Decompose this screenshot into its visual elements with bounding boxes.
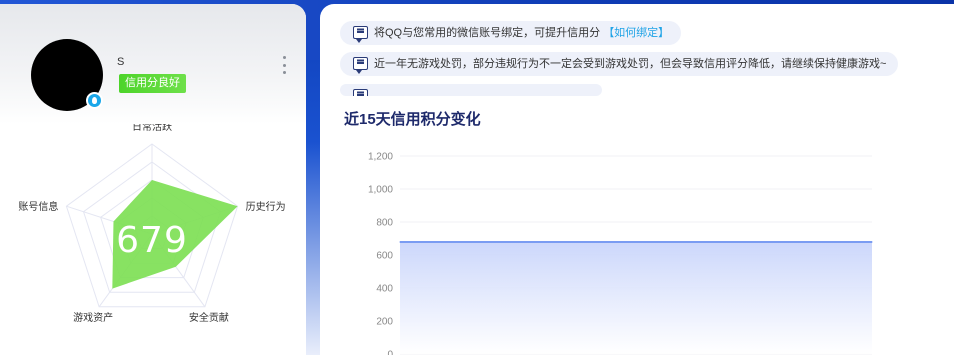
notice-text: 近一年无游戏处罚，部分违规行为不一定会受到游戏处罚，但会导致信用评分降低，请继续… xyxy=(374,58,887,70)
chart-title: 近15天信用积分变化 xyxy=(344,111,481,128)
score-point xyxy=(803,241,806,243)
message-icon xyxy=(353,57,368,74)
notice-bind-wechat[interactable]: 将QQ与您常用的微信账号绑定，可提升信用分 【如何绑定】 xyxy=(340,21,682,45)
message-icon xyxy=(353,89,368,96)
y-tick-label: 1,200 xyxy=(368,152,393,163)
score-point xyxy=(601,241,603,243)
score-area xyxy=(400,241,872,354)
credit-score: 679 xyxy=(116,220,188,261)
profile-card: S 信用分良好 日常活跃 历史行为 安全贡献 游戏资产 账号信息 679 xyxy=(0,4,306,355)
credit-radar-chart: 日常活跃 历史行为 安全贡献 游戏资产 账号信息 679 xyxy=(18,124,286,324)
y-tick-label: 800 xyxy=(376,218,393,229)
radar-axis-label-account-info: 账号信息 xyxy=(18,200,58,213)
score-point xyxy=(669,241,671,243)
y-tick-label: 400 xyxy=(376,284,393,295)
radar-axis-label-game-assets: 游戏资产 xyxy=(73,311,113,324)
radar-axis-label-daily-activity: 日常活跃 xyxy=(132,124,172,133)
score-point xyxy=(433,241,435,243)
y-tick-label: 0 xyxy=(387,350,393,355)
score-point xyxy=(534,241,536,243)
y-tick-label: 1,000 xyxy=(368,185,393,196)
credit-detail-card: 将QQ与您常用的微信账号绑定，可提升信用分 【如何绑定】 近一年无游戏处罚，部分… xyxy=(320,4,954,355)
score-point xyxy=(399,241,401,243)
message-icon xyxy=(353,26,368,43)
qq-icon xyxy=(86,92,103,109)
score-point xyxy=(500,241,502,243)
score-point xyxy=(567,241,570,243)
notice-partial xyxy=(340,84,602,96)
notice-no-penalty: 近一年无游戏处罚，部分违规行为不一定会受到游戏处罚，但会导致信用评分降低，请继续… xyxy=(340,52,899,76)
radar-axis-label-history-behavior: 历史行为 xyxy=(246,200,286,213)
more-options-icon[interactable] xyxy=(279,56,289,74)
y-tick-label: 600 xyxy=(376,251,393,262)
score-point xyxy=(770,241,772,243)
y-tick-label: 200 xyxy=(376,317,393,328)
radar-axis-label-security-contribution: 安全贡献 xyxy=(189,311,229,324)
score-point xyxy=(466,241,469,243)
notice-text: 将QQ与您常用的微信账号绑定，可提升信用分 xyxy=(374,27,601,39)
credit-status-badge: 信用分良好 xyxy=(119,74,186,93)
score-point xyxy=(736,241,738,243)
score-point xyxy=(837,241,839,243)
credit-score-chart: 0 200 400 600 800 1,000 1,200 xyxy=(368,152,873,355)
score-point xyxy=(635,241,637,243)
score-point xyxy=(702,241,705,243)
username: S xyxy=(117,56,125,68)
score-point xyxy=(871,241,873,243)
how-to-bind-link[interactable]: 【如何绑定】 xyxy=(603,27,669,39)
